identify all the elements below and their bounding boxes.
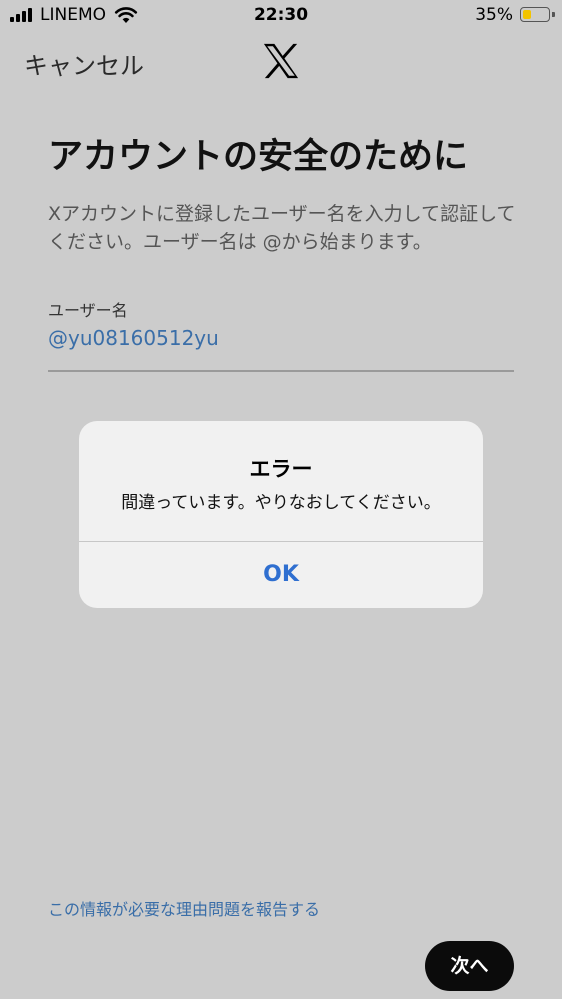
username-label: ユーザー名 — [48, 301, 128, 320]
error-alert-dialog: エラー 間違っています。やりなおしてください。 OK — [79, 421, 483, 608]
ok-button[interactable]: OK — [79, 542, 483, 608]
next-button[interactable]: 次へ — [425, 941, 514, 991]
status-bar: LINEMO 22:30 35% — [0, 0, 562, 32]
battery-tip — [552, 12, 555, 17]
alert-title: エラー — [249, 457, 313, 481]
page-title: アカウントの安全のために — [48, 137, 469, 177]
instruction-text: Xアカウントに登録したユーザー名を入力して認証してください。ユーザー名は @から… — [48, 203, 516, 253]
battery-icon — [520, 7, 550, 22]
username-input[interactable]: @yu08160512yu — [48, 326, 219, 350]
battery-percentage: 35% — [475, 5, 513, 25]
battery-level-fill — [523, 10, 531, 19]
report-problem-link[interactable]: この情報が必要な理由問題を報告する — [48, 896, 320, 920]
x-logo-icon — [263, 43, 299, 79]
alert-message: 間違っています。やりなおしてください。 — [121, 493, 441, 513]
input-underline — [48, 370, 514, 372]
cancel-button[interactable]: キャンセル — [24, 46, 144, 81]
